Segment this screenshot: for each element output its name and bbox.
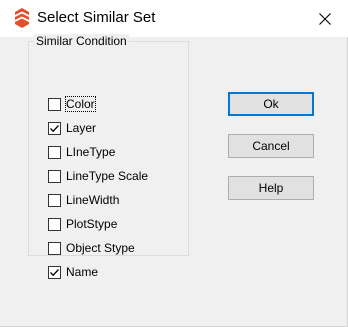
checkbox-linetype[interactable]: LIneType [48,143,163,161]
checkbox-linewidth[interactable]: LineWidth [48,191,163,209]
checkbox-label: LineType Scale [66,169,149,183]
close-icon [319,12,331,25]
checkbox-label: LIneType [66,145,116,159]
title-bar: Select Similar Set [0,0,348,37]
checkbox-box[interactable] [48,145,61,159]
checkmark-icon [50,268,59,276]
group-legend: Similar Condition [34,34,129,48]
ok-button[interactable]: Ok [228,92,314,116]
checkbox-label: LineWidth [66,193,120,207]
checkbox-object-stype[interactable]: Object Stype [48,239,163,257]
cancel-button[interactable]: Cancel [228,134,314,158]
checkbox-name[interactable]: Name [48,263,163,281]
checkbox-label: Layer [66,121,97,135]
close-button[interactable] [302,0,348,37]
checkbox-label: PlotStype [66,217,118,231]
checkbox-box[interactable] [48,217,61,231]
checkbox-label: Name [66,265,99,279]
checkbox-box[interactable] [48,265,61,279]
checkmark-icon [50,124,59,132]
checkbox-box[interactable] [48,97,61,111]
checkbox-label: Object Stype [66,241,135,255]
checkbox-plotstype[interactable]: PlotStype [48,215,163,233]
checkbox-box[interactable] [48,193,61,207]
checkbox-linetype-scale[interactable]: LineType Scale [48,167,163,185]
checkbox-color[interactable]: Color [48,95,163,113]
checkbox-box[interactable] [48,241,61,255]
app-logo-icon [15,8,29,28]
checkbox-layer[interactable]: Layer [48,119,163,137]
window-title: Select Similar Set [37,9,156,26]
help-button[interactable]: Help [228,176,314,200]
checkbox-box[interactable] [48,121,61,135]
checkbox-label: Color [65,96,96,112]
checkbox-box[interactable] [48,169,61,183]
